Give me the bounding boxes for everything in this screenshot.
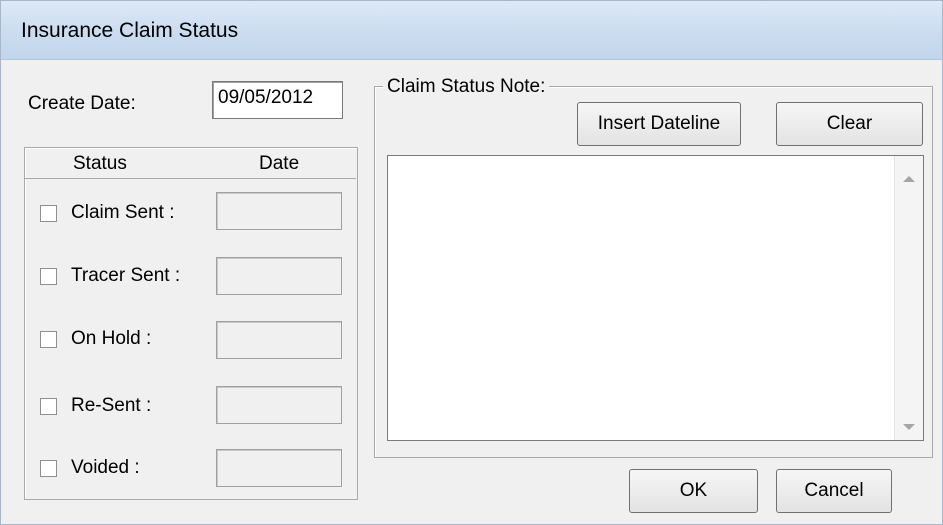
on-hold-label: On Hold : [71,328,152,349]
insert-dateline-button-label: Insert Dateline [597,113,721,134]
claim-sent-checkbox[interactable] [40,205,57,222]
re-sent-date-field [216,386,342,424]
voided-date-field [216,449,342,487]
voided-label: Voided : [71,457,140,478]
create-date-field[interactable]: 09/05/2012 [212,81,343,119]
claim-status-note-label: Claim Status Note: [383,76,550,98]
re-sent-checkbox[interactable] [40,398,57,415]
scroll-up-arrow-icon[interactable] [903,176,915,182]
insert-dateline-button[interactable]: Insert Dateline [577,102,741,146]
status-header-divider [25,178,356,179]
insurance-claim-status-dialog: Insurance Claim Status Create Date: 09/0… [0,0,943,525]
tracer-sent-date-field [216,257,342,295]
create-date-label: Create Date: [28,93,136,114]
claim-sent-date-field [216,192,342,230]
ok-button-label: OK [679,480,708,501]
status-column-header: Status [73,153,127,174]
clear-button[interactable]: Clear [776,102,923,146]
scroll-down-arrow-icon[interactable] [903,424,915,430]
re-sent-label: Re-Sent : [71,395,152,416]
note-vertical-scrollbar[interactable] [894,156,923,440]
on-hold-date-field [216,321,342,359]
claim-sent-label: Claim Sent : [71,202,175,223]
claim-status-note-textarea[interactable] [387,155,924,441]
cancel-button[interactable]: Cancel [776,469,892,513]
title-bar[interactable]: Insurance Claim Status [1,1,942,60]
clear-button-label: Clear [826,113,873,134]
date-column-header: Date [259,153,300,174]
tracer-sent-checkbox[interactable] [40,268,57,285]
cancel-button-label: Cancel [804,480,864,501]
tracer-sent-label: Tracer Sent : [71,265,181,286]
voided-checkbox[interactable] [40,460,57,477]
ok-button[interactable]: OK [629,469,758,513]
dialog-body: Create Date: 09/05/2012 Status Date Clai… [11,61,934,521]
window-title: Insurance Claim Status [21,19,239,42]
create-date-value: 09/05/2012 [218,87,314,108]
on-hold-checkbox[interactable] [40,331,57,348]
